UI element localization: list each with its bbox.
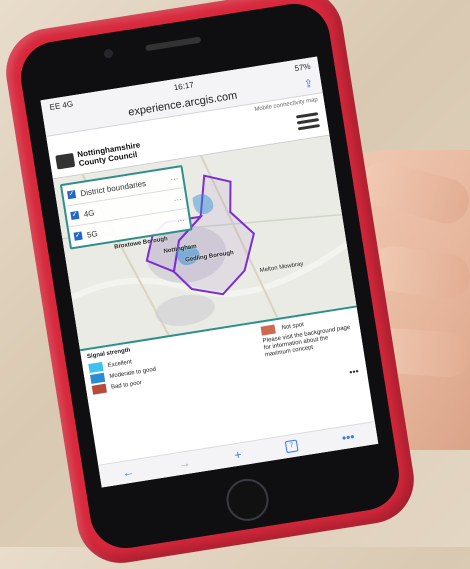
more-options-icon[interactable]: ··· — [170, 173, 179, 183]
smartphone: EE 4G 16:17 57% experience.arcgis.com ⇪ … — [0, 0, 421, 569]
notspot-label: Not spot — [281, 322, 305, 332]
layer-label: 5G — [86, 228, 99, 240]
layer-label: 4G — [83, 207, 95, 219]
forward-arrow-icon[interactable]: → — [177, 455, 191, 471]
legend-swatch — [260, 324, 276, 336]
clock: 16:17 — [173, 79, 195, 92]
share-icon[interactable]: ⇪ — [303, 77, 314, 91]
hamburger-menu-icon[interactable] — [295, 109, 321, 134]
council-logo: Nottinghamshire County Council — [77, 140, 143, 168]
more-options-icon[interactable]: ••• — [341, 429, 356, 445]
new-tab-icon[interactable]: + — [233, 447, 242, 462]
council-crest-icon — [55, 152, 76, 170]
battery-label: 57% — [293, 61, 312, 73]
checkbox-checked-icon[interactable]: ✓ — [70, 210, 80, 220]
legend-label: Bad to poor — [110, 379, 143, 391]
back-arrow-icon[interactable]: ← — [121, 464, 135, 480]
more-options-icon[interactable]: ··· — [173, 194, 182, 204]
photo-scene: EE 4G 16:17 57% experience.arcgis.com ⇪ … — [0, 0, 470, 569]
carrier-label: EE 4G — [48, 98, 74, 112]
legend-swatch — [91, 383, 107, 395]
more-options-icon[interactable]: ··· — [176, 215, 185, 225]
checkbox-checked-icon[interactable]: ✓ — [73, 231, 83, 241]
tabs-count-icon[interactable]: 7 — [284, 439, 299, 454]
more-icon[interactable]: ••• — [349, 366, 360, 377]
checkbox-checked-icon[interactable]: ✓ — [66, 190, 77, 200]
